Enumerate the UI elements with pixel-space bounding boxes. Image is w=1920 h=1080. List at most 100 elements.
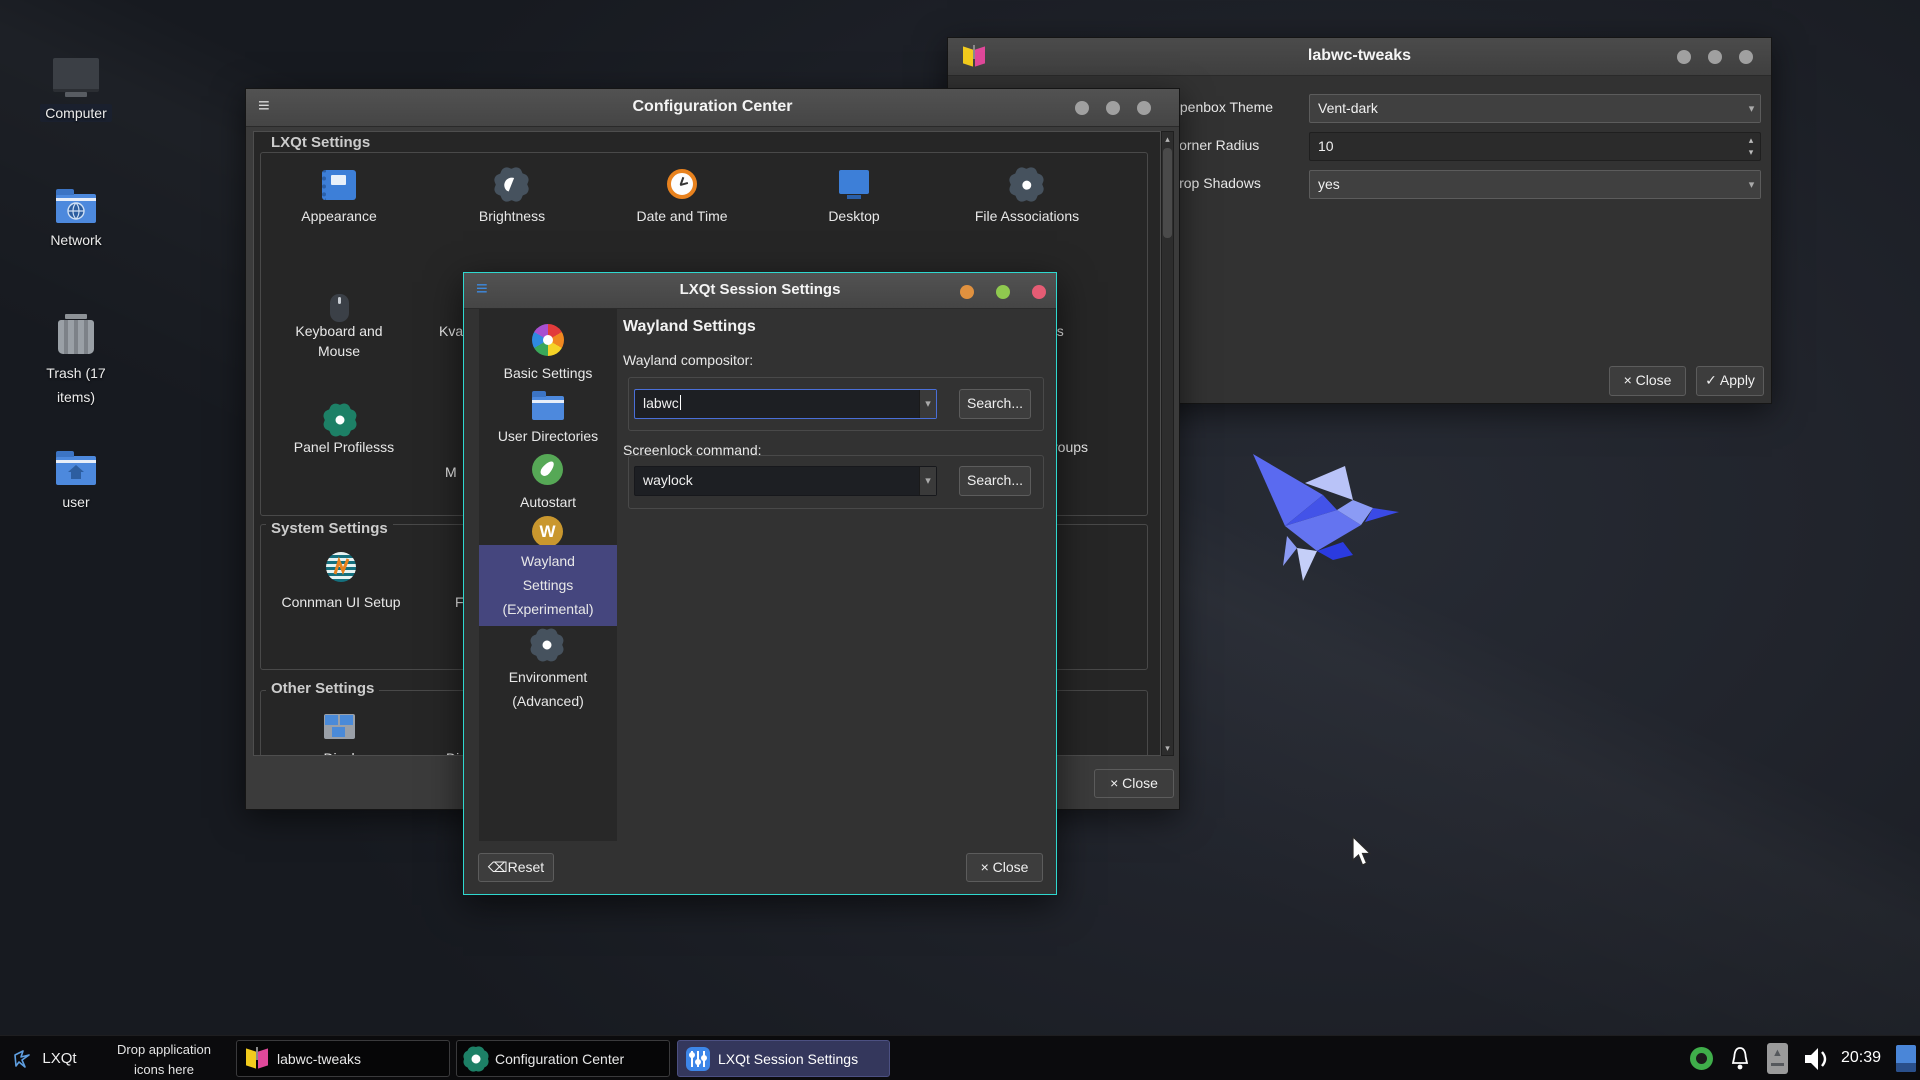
launcher-fragment-kvantum[interactable]: Kva	[439, 323, 463, 339]
launcher-fragment-roups[interactable]: roups	[1053, 439, 1088, 455]
labwc-tweaks-titlebar[interactable]: labwc-tweaks	[948, 38, 1771, 76]
launcher-fragment-m[interactable]: M	[445, 464, 457, 480]
labwc-book-icon	[245, 1047, 269, 1071]
wayland-letter: W	[539, 522, 555, 541]
maximize-button[interactable]	[1708, 50, 1722, 64]
session-close-button[interactable]: × Close	[966, 853, 1043, 882]
task-button-label: LXQt Session Settings	[718, 1051, 858, 1067]
desktop-icon-user[interactable]: user	[24, 450, 128, 512]
launcher-label: Appearance	[284, 208, 394, 224]
launcher-label: Date and Time	[627, 208, 737, 224]
launcher-appearance[interactable]: Appearance	[284, 166, 394, 271]
notifications-bell-icon[interactable]	[1728, 1046, 1752, 1072]
task-button-labwc-tweaks[interactable]: labwc-tweaks	[236, 1040, 450, 1077]
desktop-icon-label: user	[62, 494, 89, 510]
config-center-icon	[462, 1044, 491, 1073]
desktop-icon-network[interactable]: Network	[24, 188, 128, 250]
scroll-up-icon[interactable]: ▴	[1162, 132, 1173, 146]
minimize-button[interactable]	[1677, 50, 1691, 64]
chevron-down-icon[interactable]: ▾	[919, 467, 936, 495]
eject-icon: ▲	[1772, 1047, 1783, 1059]
openbox-theme-select[interactable]: Vent-dark ▾	[1309, 94, 1761, 123]
launcher-keyboard-mouse[interactable]: Keyboard and Mouse	[284, 292, 394, 397]
chevron-down-icon[interactable]: ▾	[919, 390, 936, 418]
workspace-switcher-icon[interactable]	[1896, 1045, 1916, 1072]
compositor-search-button[interactable]: Search...	[959, 389, 1031, 419]
drop-hint-line1: Drop application	[117, 1042, 211, 1057]
launcher-label-line2: Mouse	[284, 343, 394, 359]
sidebar-item-basic-settings[interactable]: Basic Settings	[479, 319, 617, 394]
scrollbar-thumb[interactable]	[1163, 148, 1172, 238]
minimize-button[interactable]	[960, 285, 974, 299]
launcher-date-time[interactable]: Date and Time	[627, 166, 737, 271]
screenlock-combobox[interactable]: waylock ▾	[634, 466, 937, 496]
removable-media-icon[interactable]: ▲	[1767, 1043, 1788, 1074]
panel-profiles-icon	[322, 402, 358, 438]
labwc-close-button[interactable]: × Close	[1609, 366, 1686, 396]
spin-down-icon[interactable]: ▾	[1744, 146, 1758, 160]
wayland-icon: W	[532, 516, 563, 547]
clock[interactable]: 20:39	[1841, 1049, 1881, 1067]
text-caret	[680, 395, 681, 410]
openbox-theme-label: Openbox Theme	[1169, 99, 1273, 115]
scroll-down-icon[interactable]: ▾	[1162, 741, 1173, 755]
clock-icon	[667, 169, 697, 199]
sidebar-item-user-directories[interactable]: User Directories	[479, 384, 617, 454]
connman-icon	[326, 552, 356, 582]
launcher-connman[interactable]: Connman UI Setup	[276, 550, 406, 630]
maximize-button[interactable]	[1106, 101, 1120, 115]
network-tray-icon[interactable]	[1690, 1047, 1713, 1070]
sidebar-item-wayland-settings[interactable]: Wayland Settings (Experimental)	[479, 545, 617, 626]
task-button-session-settings[interactable]: LXQt Session Settings	[677, 1040, 890, 1077]
launcher-panel-profiles[interactable]: Panel Profilesss	[284, 404, 404, 484]
compositor-value: labwc	[643, 395, 681, 411]
user-folder-icon	[56, 456, 96, 485]
launcher-desktop[interactable]: Desktop	[799, 166, 909, 271]
drop-shadows-select[interactable]: yes ▾	[1309, 170, 1761, 199]
appearance-icon	[322, 170, 356, 200]
app-menu-label: LXQt	[42, 1050, 76, 1067]
sidebar-item-environment[interactable]: Environment (Advanced)	[479, 627, 617, 727]
session-settings-window: ≡ LXQt Session Settings Basic Settings U…	[463, 272, 1057, 895]
desktop-icon-trash[interactable]: Trash (17 items)	[24, 314, 128, 410]
config-center-titlebar[interactable]: ≡ Configuration Center	[246, 89, 1179, 127]
launcher-file-associations[interactable]: File Associations	[972, 166, 1082, 271]
close-button[interactable]	[1137, 101, 1151, 115]
app-menu-button[interactable]: LXQt	[0, 1036, 88, 1080]
quicklaunch-drop-area[interactable]: Drop application icons here	[95, 1036, 233, 1080]
minimize-button[interactable]	[1075, 101, 1089, 115]
launcher-fragment-display[interactable]: Displ	[284, 750, 394, 756]
close-button[interactable]	[1739, 50, 1753, 64]
network-folder-icon	[56, 194, 96, 223]
launcher-brightness[interactable]: Brightness	[457, 166, 567, 271]
launcher-label: File Associations	[972, 208, 1082, 224]
launcher-label: Desktop	[799, 208, 909, 224]
reset-button[interactable]: ⌫Reset	[478, 853, 554, 882]
task-button-configuration-center[interactable]: Configuration Center	[456, 1040, 670, 1077]
spin-up-icon[interactable]: ▴	[1744, 133, 1758, 147]
close-button[interactable]	[1032, 285, 1046, 299]
config-close-button[interactable]: × Close	[1094, 769, 1174, 798]
chevron-down-icon[interactable]: ▾	[1743, 95, 1760, 122]
sidebar-item-label: Wayland	[479, 553, 617, 569]
config-scrollbar[interactable]: ▴ ▾	[1161, 131, 1174, 756]
launcher-display[interactable]: Displ	[284, 712, 394, 756]
maximize-button[interactable]	[996, 285, 1010, 299]
compositor-combobox[interactable]: labwc ▾	[634, 389, 937, 419]
screenlock-search-button[interactable]: Search...	[959, 466, 1031, 496]
session-settings-icon	[686, 1047, 710, 1071]
volume-icon[interactable]	[1801, 1045, 1833, 1073]
session-settings-titlebar[interactable]: ≡ LXQt Session Settings	[464, 273, 1056, 309]
lxqt-bird-icon	[11, 1047, 35, 1071]
sidebar-item-label: Autostart	[479, 494, 617, 510]
drop-shadows-value: yes	[1318, 176, 1340, 192]
desktop-icon-label: Trash (17	[46, 365, 105, 381]
sidebar-item-autostart[interactable]: Autostart	[479, 449, 617, 519]
labwc-apply-button[interactable]: ✓ Apply	[1696, 366, 1764, 396]
corner-radius-spinbox[interactable]: 10 ▴ ▾	[1309, 132, 1761, 161]
desktop-icon-computer[interactable]: Computer	[24, 58, 128, 123]
launcher-label: Brightness	[457, 208, 567, 224]
openbox-theme-value: Vent-dark	[1318, 100, 1378, 116]
launcher-fragment-di[interactable]: Di	[446, 750, 459, 756]
chevron-down-icon[interactable]: ▾	[1743, 171, 1760, 198]
